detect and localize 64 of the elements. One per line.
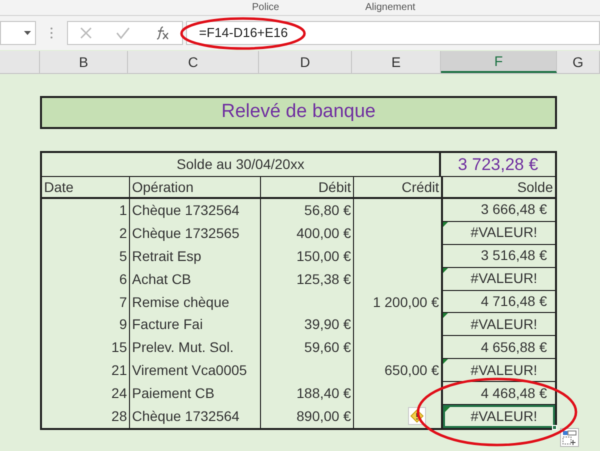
table-cell-text: 1 200,00 € (372, 292, 439, 312)
formula-input[interactable]: =F14-D16+E16 (186, 21, 600, 45)
table-cell-text: Chèque 1732564 (132, 406, 240, 426)
table-cell-text: Remise chèque (132, 292, 230, 312)
error-indicator-icon[interactable] (443, 222, 448, 227)
grip-icon (50, 27, 53, 39)
column-heading: Débit (261, 177, 354, 197)
column-heading: Date (42, 177, 130, 197)
balance-cell: #VALEUR! (443, 405, 555, 428)
error-indicator-icon[interactable] (443, 268, 448, 273)
table-cell-text: 28 (111, 406, 127, 426)
table-cell-text: 59,60 € (304, 338, 351, 358)
column-heading: Solde (516, 178, 554, 196)
table-cell-text: Virement Vca0005 (132, 361, 247, 380)
fill-handle[interactable] (552, 424, 557, 430)
balance-cell: #VALEUR! (443, 313, 555, 336)
balance-cell: 4 716,48 € (443, 290, 555, 314)
table-cell-text: 150,00 € (296, 246, 351, 266)
caret-icon (24, 31, 31, 35)
balance-cell: 3 516,48 € (443, 244, 555, 268)
balance-cell: 3 666,48 € (443, 199, 555, 222)
table-cell-text: Facture Fai (132, 315, 203, 334)
table-cell-text: 24 (111, 384, 127, 404)
column-heading: Opération (130, 177, 261, 197)
table-cell-text: 15 (111, 338, 127, 358)
balance-cell: #VALEUR! (443, 222, 555, 245)
table-cell-text: 125,38 € (296, 270, 351, 289)
ribbon-group-label: Police (252, 2, 280, 14)
table-cell-text: 188,40 € (296, 384, 351, 404)
table-cell-text: 56,80 € (304, 200, 351, 220)
balance-value: 3 723,28 € (456, 154, 540, 176)
column-header[interactable]: D (259, 51, 352, 73)
table-cell-text: 650,00 € (384, 361, 439, 380)
paste-options-icon[interactable] (560, 428, 579, 447)
balance-cell: #VALEUR! (443, 268, 555, 291)
table-cell-text: Achat CB (132, 270, 192, 289)
table-cell-text: 1 (119, 200, 127, 220)
ribbon-group-label: Alignement (365, 2, 416, 14)
table-cell-text: 21 (111, 361, 127, 380)
balance-cell: 4 468,48 € (443, 382, 555, 406)
table-cell-text: 6 (119, 270, 127, 289)
sheet-title: Relevé de banque (40, 96, 557, 129)
balance-label: Solde au 30/04/20xx (42, 153, 441, 176)
balance-cell: 4 656,88 € (443, 336, 555, 360)
table-cell-text: Paiement CB (132, 384, 214, 404)
table-cell-text: 890,00 € (296, 406, 351, 426)
column-header[interactable]: F (441, 51, 557, 73)
table-cell-text: Chèque 1732565 (132, 224, 240, 243)
table-cell-text: 39,90 € (304, 315, 351, 334)
table-cell-text: 5 (119, 246, 127, 266)
table-cell-text: 9 (119, 315, 127, 334)
table-cell-text: 7 (119, 292, 127, 312)
table-cell-text: Chèque 1732564 (132, 200, 240, 220)
function-icon[interactable] (154, 26, 170, 40)
column-header[interactable]: B (40, 51, 128, 73)
check-icon[interactable] (116, 27, 130, 39)
table-cell-text: 400,00 € (296, 224, 351, 243)
table-cell-text: Retrait Esp (132, 246, 202, 266)
balance-cell: #VALEUR! (443, 359, 555, 382)
table-cell-text: 2 (119, 224, 127, 243)
column-header[interactable]: G (557, 51, 600, 73)
column-header[interactable]: C (128, 51, 259, 73)
table-cell-text: Prelev. Mut. Sol. (132, 338, 234, 358)
column-heading: Crédit (354, 177, 443, 197)
